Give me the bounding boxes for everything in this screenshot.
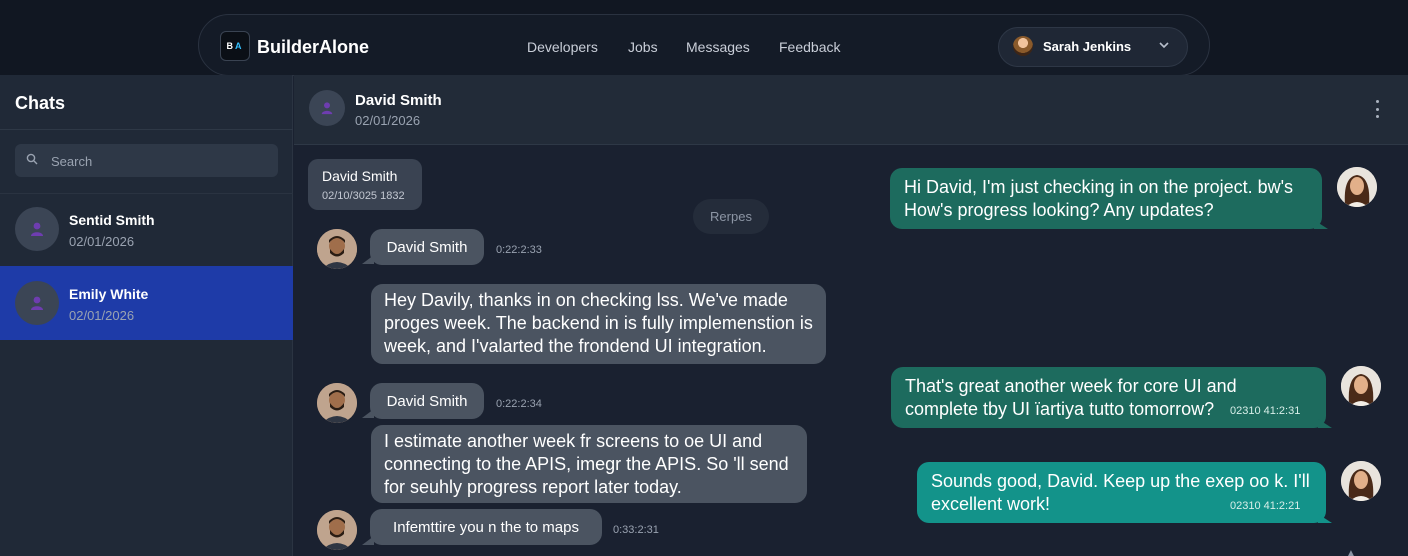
- replies-button[interactable]: Rerpes: [693, 199, 769, 234]
- user-icon: [31, 222, 43, 236]
- message-timestamp: 0:22:2:34: [496, 398, 542, 410]
- incoming-message-short: Infemttire you n the to maps: [370, 509, 602, 545]
- avatar: [317, 510, 357, 550]
- outgoing-message: That's great another week for core UI an…: [891, 367, 1326, 428]
- chat-contact-name: David Smith: [355, 92, 442, 109]
- incoming-message: Hey Davily, thanks in on checking lss. W…: [371, 284, 826, 364]
- avatar: [309, 90, 345, 126]
- nav-link-developers[interactable]: Developers: [527, 39, 598, 55]
- more-options-icon[interactable]: [1372, 100, 1382, 118]
- chat-item-date: 02/01/2026: [69, 308, 135, 323]
- nav-link-messages[interactable]: Messages: [686, 39, 750, 55]
- avatar: [1341, 366, 1381, 406]
- user-icon: [321, 102, 333, 115]
- user-icon: [31, 296, 43, 310]
- logo-letter-b: B: [226, 41, 235, 51]
- person-photo-icon: [317, 383, 357, 423]
- message-timestamp: 0:22:2:33: [496, 244, 542, 256]
- brand-name[interactable]: BuilderAlone: [257, 37, 369, 58]
- sender-tag: David Smith: [370, 383, 484, 419]
- bubble-tail: [1314, 220, 1328, 229]
- avatar: [15, 281, 59, 325]
- chat-contact-date: 02/01/2026: [355, 113, 421, 128]
- brand-logo-icon[interactable]: BA: [220, 31, 250, 61]
- message-timestamp: 0:33:2:31: [613, 524, 659, 536]
- person-photo-icon: [1337, 167, 1377, 207]
- chevron-down-icon[interactable]: [1158, 39, 1170, 53]
- search-placeholder: Search: [51, 154, 93, 169]
- user-avatar: [1013, 36, 1033, 56]
- avatar: [15, 207, 59, 251]
- outgoing-message: Sounds good, David. Keep up the exep oo …: [917, 462, 1326, 523]
- chat-item-date: 02/01/2026: [69, 234, 135, 249]
- name-card-name: David Smith: [322, 168, 398, 184]
- avatar: [1341, 461, 1381, 501]
- name-card-time: 02/10/3025 1832: [322, 190, 405, 202]
- user-name: Sarah Jenkins: [1043, 39, 1132, 54]
- sender-tag: David Smith: [370, 229, 484, 265]
- divider: [0, 129, 293, 130]
- outgoing-message: Hi David, I'm just checking in on the pr…: [890, 168, 1322, 229]
- nav-link-jobs[interactable]: Jobs: [628, 39, 658, 55]
- person-photo-icon: [1341, 366, 1381, 406]
- nav-link-feedback[interactable]: Feedback: [779, 39, 840, 55]
- person-photo-icon: [317, 229, 357, 269]
- search-icon: [26, 153, 38, 165]
- chat-item-name: Emily White: [69, 286, 149, 302]
- person-photo-icon: [1341, 461, 1381, 501]
- chat-item-name: Sentid Smith: [69, 212, 155, 228]
- avatar: [317, 383, 357, 423]
- scroll-indicator-icon[interactable]: ▲: [1346, 548, 1356, 556]
- avatar: [1337, 167, 1377, 207]
- message-timestamp: 02310 41:2:31: [1230, 405, 1301, 417]
- contact-name-card: [308, 159, 422, 210]
- incoming-message: I estimate another week fr screens to oe…: [371, 425, 807, 503]
- chat-header: [294, 75, 1408, 145]
- logo-letter-a: A: [235, 41, 244, 51]
- person-photo-icon: [317, 510, 357, 550]
- bubble-tail: [1318, 419, 1332, 428]
- avatar: [317, 229, 357, 269]
- bubble-tail: [1318, 514, 1332, 523]
- message-timestamp: 02310 41:2:21: [1230, 500, 1301, 512]
- sidebar-title: Chats: [15, 93, 66, 113]
